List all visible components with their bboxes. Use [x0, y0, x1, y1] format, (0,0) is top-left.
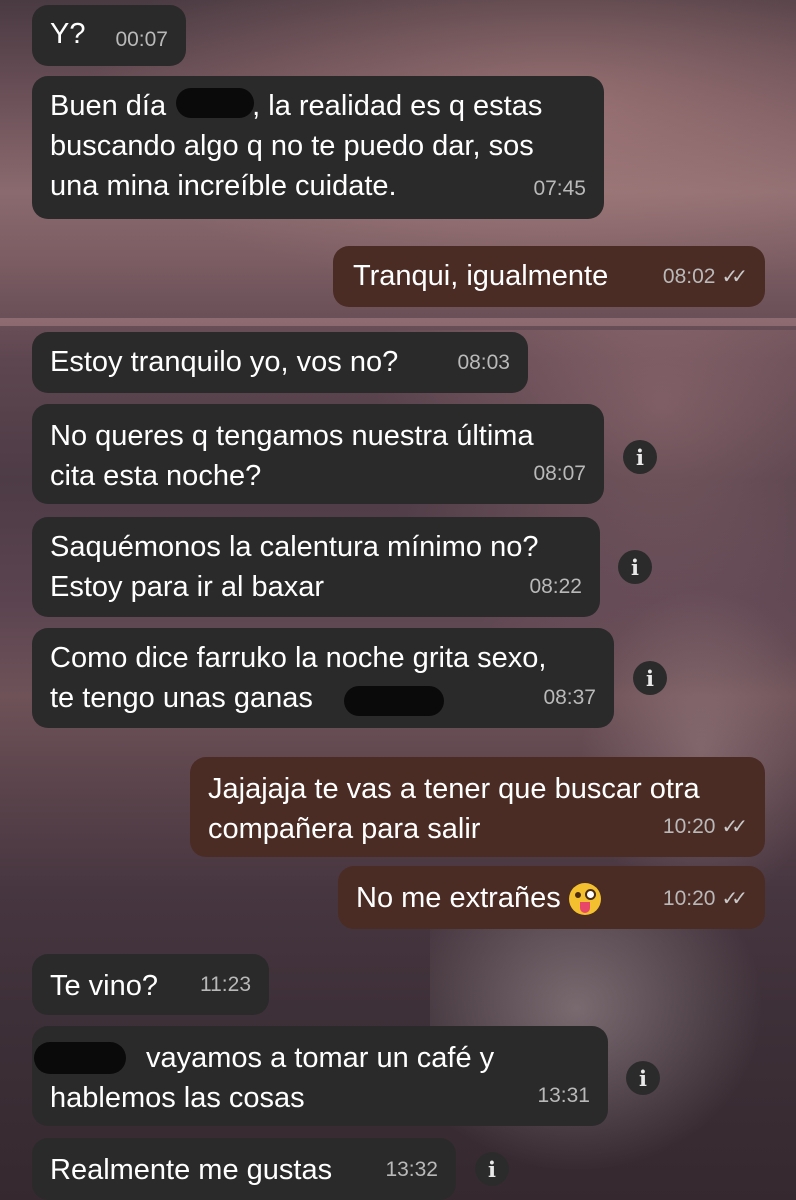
message-text: , la realidad es q estas — [252, 90, 543, 122]
message-text: hablemos las cosas — [50, 1082, 305, 1114]
message-time: 13:31 — [537, 1084, 590, 1107]
message-text: Te vino? — [50, 970, 159, 1002]
message-bubble-incoming[interactable]: Buen día , la realidad es q estas buscan… — [32, 76, 604, 219]
message-time: 08:02 — [662, 265, 716, 288]
message-text: Saquémonos la calentura mínimo no? Estoy… — [50, 531, 539, 603]
message-time: 08:22 — [529, 575, 582, 598]
info-icon[interactable]: i — [623, 440, 657, 474]
redacted-name — [176, 88, 254, 118]
message-text: No me extrañes — [356, 882, 561, 914]
message-time: 00:07 — [115, 28, 168, 51]
read-receipt-icon: ✓✓ — [721, 888, 747, 910]
info-icon[interactable]: i — [626, 1061, 660, 1095]
message-bubble-outgoing[interactable]: Jajajaja te vas a tener que buscar otra … — [190, 757, 765, 857]
message-time: 07:45 — [533, 177, 586, 200]
message-bubble-outgoing[interactable]: No me extrañes 10:20 ✓✓ — [338, 866, 765, 929]
read-receipt-icon: ✓✓ — [721, 266, 747, 288]
message-time: 08:37 — [543, 686, 596, 709]
message-text: No queres q tengamos nuestra última cita… — [50, 420, 534, 492]
redacted-text — [344, 686, 444, 716]
message-bubble-incoming[interactable]: Estoy tranquilo yo, vos no? 08:03 — [32, 332, 528, 393]
message-time: 13:32 — [385, 1158, 438, 1181]
message-time: 08:03 — [457, 351, 510, 374]
redacted-name — [34, 1042, 126, 1074]
message-bubble-incoming[interactable]: Te vino? 11:23 — [32, 954, 269, 1015]
message-time: 10:20 — [662, 887, 716, 910]
message-text: Buen día — [50, 90, 175, 122]
message-time: 08:07 — [533, 462, 586, 485]
message-bubble-incoming[interactable]: Realmente me gustas 13:32 — [32, 1138, 456, 1200]
message-text: buscando algo q no te puedo dar, sos una… — [50, 130, 534, 202]
message-text: Estoy tranquilo yo, vos no? — [50, 346, 399, 378]
message-text: vayamos a tomar un café y — [146, 1042, 495, 1074]
message-bubble-incoming[interactable]: Como dice farruko la noche grita sexo, t… — [32, 628, 614, 728]
message-text: te tengo unas ganas — [50, 682, 313, 714]
message-bubble-incoming[interactable]: vayamos a tomar un café y hablemos las c… — [32, 1026, 608, 1126]
message-bubble-incoming[interactable]: Saquémonos la calentura mínimo no? Estoy… — [32, 517, 600, 617]
message-bubble-outgoing[interactable]: Tranqui, igualmente 08:02 ✓✓ — [333, 246, 765, 307]
info-icon[interactable]: i — [633, 661, 667, 695]
message-time: 11:23 — [200, 973, 251, 996]
message-text: Como dice farruko la noche grita sexo, — [50, 642, 547, 674]
message-time: 10:20 — [662, 815, 716, 838]
message-bubble-incoming[interactable]: Y? 00:07 — [32, 5, 186, 66]
message-text: Tranqui, igualmente — [353, 260, 609, 292]
wallpaper-horizon — [0, 318, 796, 326]
message-text: Realmente me gustas — [50, 1154, 333, 1186]
message-bubble-incoming[interactable]: No queres q tengamos nuestra última cita… — [32, 404, 604, 504]
message-text: Y? — [50, 18, 86, 50]
info-icon[interactable]: i — [618, 550, 652, 584]
winking-face-with-tongue-icon — [568, 883, 601, 916]
info-icon[interactable]: i — [475, 1152, 509, 1186]
read-receipt-icon: ✓✓ — [721, 816, 747, 838]
